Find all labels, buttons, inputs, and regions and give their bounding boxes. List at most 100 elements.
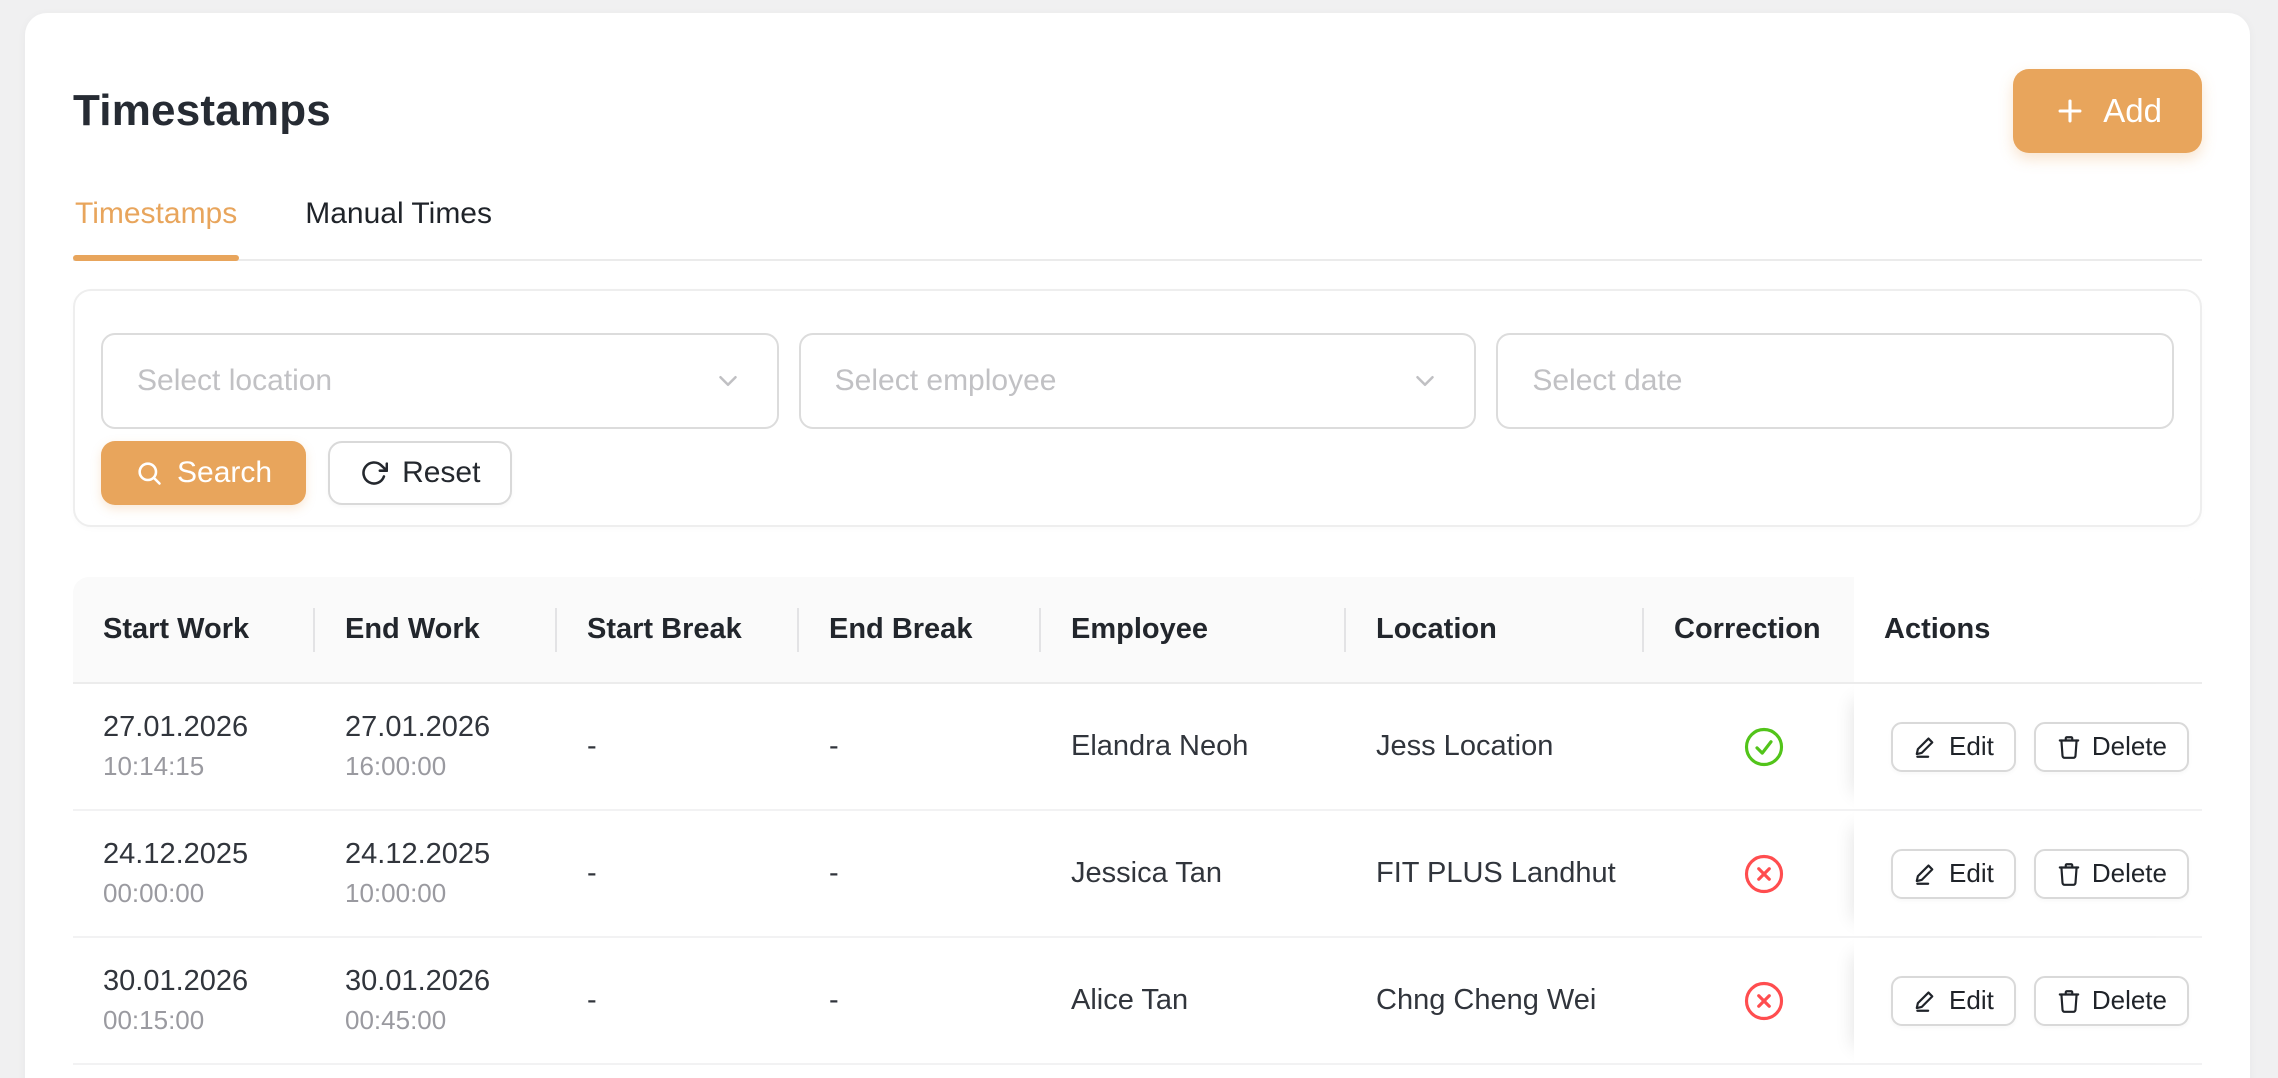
employee-select[interactable] bbox=[799, 333, 1477, 429]
edit-button-label: Edit bbox=[1949, 731, 1994, 762]
timestamps-card: Timestamps Add Timestamps Manual Times bbox=[25, 13, 2250, 1078]
end-work-time: 16:00:00 bbox=[345, 751, 557, 782]
page-title: Timestamps bbox=[73, 86, 331, 136]
end-work-time: 10:00:00 bbox=[345, 878, 557, 909]
chevron-down-icon bbox=[1410, 366, 1440, 396]
start-work-time: 10:14:15 bbox=[103, 751, 315, 782]
reset-icon bbox=[360, 459, 388, 487]
trash-icon bbox=[2056, 988, 2082, 1014]
start-work-date: 24.12.2025 bbox=[103, 838, 315, 871]
end-work-date: 24.12.2025 bbox=[345, 838, 557, 871]
end-break-value: - bbox=[829, 857, 1041, 890]
table-row: 24.12.2025 00:00:00 24.12.2025 10:00:00 … bbox=[73, 811, 2202, 938]
end-work-date: 30.01.2026 bbox=[345, 965, 557, 998]
trash-icon bbox=[2056, 734, 2082, 760]
delete-button[interactable]: Delete bbox=[2034, 722, 2189, 772]
date-input[interactable] bbox=[1532, 364, 2102, 398]
correction-cell bbox=[1644, 684, 1854, 809]
end-work-cell: 30.01.2026 00:45:00 bbox=[315, 938, 557, 1063]
start-break-cell: - bbox=[557, 684, 799, 809]
start-work-cell: 24.12.2025 00:00:00 bbox=[73, 811, 315, 936]
header-cell-start-work: Start Work bbox=[73, 577, 315, 682]
add-button-label: Add bbox=[2103, 92, 2162, 130]
delete-button-label: Delete bbox=[2092, 731, 2167, 762]
start-work-time: 00:00:00 bbox=[103, 878, 315, 909]
edit-button-label: Edit bbox=[1949, 985, 1994, 1016]
close-circle-icon bbox=[1743, 980, 1785, 1022]
start-work-cell: 30.01.2026 00:15:00 bbox=[73, 938, 315, 1063]
header-cell-actions: Actions bbox=[1854, 577, 2202, 682]
edit-icon bbox=[1913, 861, 1939, 887]
actions-cell: Edit Delete bbox=[1854, 684, 2202, 809]
start-break-cell: - bbox=[557, 938, 799, 1063]
edit-button-label: Edit bbox=[1949, 858, 1994, 889]
tab-manual-times[interactable]: Manual Times bbox=[303, 193, 494, 259]
location-cell: Jess Location bbox=[1346, 684, 1644, 809]
search-button-label: Search bbox=[177, 456, 272, 490]
end-work-date: 27.01.2026 bbox=[345, 711, 557, 744]
delete-button-label: Delete bbox=[2092, 858, 2167, 889]
check-circle-icon bbox=[1743, 726, 1785, 768]
correction-cell bbox=[1644, 938, 1854, 1063]
tabs-bar: Timestamps Manual Times bbox=[73, 193, 2202, 261]
start-break-value: - bbox=[587, 984, 799, 1017]
employee-name: Alice Tan bbox=[1071, 984, 1346, 1017]
start-work-cell: 27.01.2026 10:14:15 bbox=[73, 684, 315, 809]
location-name: Jess Location bbox=[1376, 730, 1644, 763]
date-field[interactable] bbox=[1496, 333, 2174, 429]
add-button[interactable]: Add bbox=[2013, 69, 2202, 153]
header-cell-start-break: Start Break bbox=[557, 577, 799, 682]
start-work-time: 00:15:00 bbox=[103, 1005, 315, 1036]
table-body: 27.01.2026 10:14:15 27.01.2026 16:00:00 … bbox=[73, 684, 2202, 1065]
delete-button-label: Delete bbox=[2092, 985, 2167, 1016]
header-cell-end-break: End Break bbox=[799, 577, 1041, 682]
header-cell-correction: Correction bbox=[1644, 577, 1854, 682]
edit-icon bbox=[1913, 988, 1939, 1014]
filter-fields bbox=[101, 333, 2174, 429]
tab-label: Manual Times bbox=[305, 197, 492, 230]
correction-cell bbox=[1644, 811, 1854, 936]
tab-timestamps[interactable]: Timestamps bbox=[73, 193, 239, 259]
tab-label: Timestamps bbox=[75, 197, 237, 230]
table-row: 27.01.2026 10:14:15 27.01.2026 16:00:00 … bbox=[73, 684, 2202, 811]
close-circle-icon bbox=[1743, 853, 1785, 895]
end-work-time: 00:45:00 bbox=[345, 1005, 557, 1036]
reset-button[interactable]: Reset bbox=[328, 441, 512, 505]
start-break-value: - bbox=[587, 730, 799, 763]
header-cell-location: Location bbox=[1346, 577, 1644, 682]
location-select[interactable] bbox=[101, 333, 779, 429]
location-select-input[interactable] bbox=[137, 364, 707, 398]
edit-button[interactable]: Edit bbox=[1891, 976, 2016, 1026]
edit-button[interactable]: Edit bbox=[1891, 722, 2016, 772]
employee-select-input[interactable] bbox=[835, 364, 1405, 398]
plus-icon bbox=[2053, 94, 2087, 128]
actions-cell: Edit Delete bbox=[1854, 811, 2202, 936]
search-button[interactable]: Search bbox=[101, 441, 306, 505]
end-break-cell: - bbox=[799, 938, 1041, 1063]
end-work-cell: 27.01.2026 16:00:00 bbox=[315, 684, 557, 809]
location-cell: Chng Cheng Wei bbox=[1346, 938, 1644, 1063]
start-work-date: 30.01.2026 bbox=[103, 965, 315, 998]
reset-button-label: Reset bbox=[402, 456, 480, 490]
end-break-value: - bbox=[829, 984, 1041, 1017]
end-break-cell: - bbox=[799, 684, 1041, 809]
end-break-value: - bbox=[829, 730, 1041, 763]
chevron-down-icon bbox=[713, 366, 743, 396]
employee-cell: Elandra Neoh bbox=[1041, 684, 1346, 809]
location-name: FIT PLUS Landhut bbox=[1376, 857, 1644, 890]
header-cell-end-work: End Work bbox=[315, 577, 557, 682]
delete-button[interactable]: Delete bbox=[2034, 849, 2189, 899]
delete-button[interactable]: Delete bbox=[2034, 976, 2189, 1026]
location-name: Chng Cheng Wei bbox=[1376, 984, 1644, 1017]
page-header: Timestamps Add bbox=[73, 67, 2202, 155]
employee-name: Jessica Tan bbox=[1071, 857, 1346, 890]
timestamps-table: Start Work End Work Start Break End Brea… bbox=[73, 577, 2202, 1065]
edit-button[interactable]: Edit bbox=[1891, 849, 2016, 899]
table-header: Start Work End Work Start Break End Brea… bbox=[73, 577, 2202, 684]
employee-cell: Alice Tan bbox=[1041, 938, 1346, 1063]
trash-icon bbox=[2056, 861, 2082, 887]
start-work-date: 27.01.2026 bbox=[103, 711, 315, 744]
employee-cell: Jessica Tan bbox=[1041, 811, 1346, 936]
actions-cell: Edit Delete bbox=[1854, 938, 2202, 1063]
end-break-cell: - bbox=[799, 811, 1041, 936]
